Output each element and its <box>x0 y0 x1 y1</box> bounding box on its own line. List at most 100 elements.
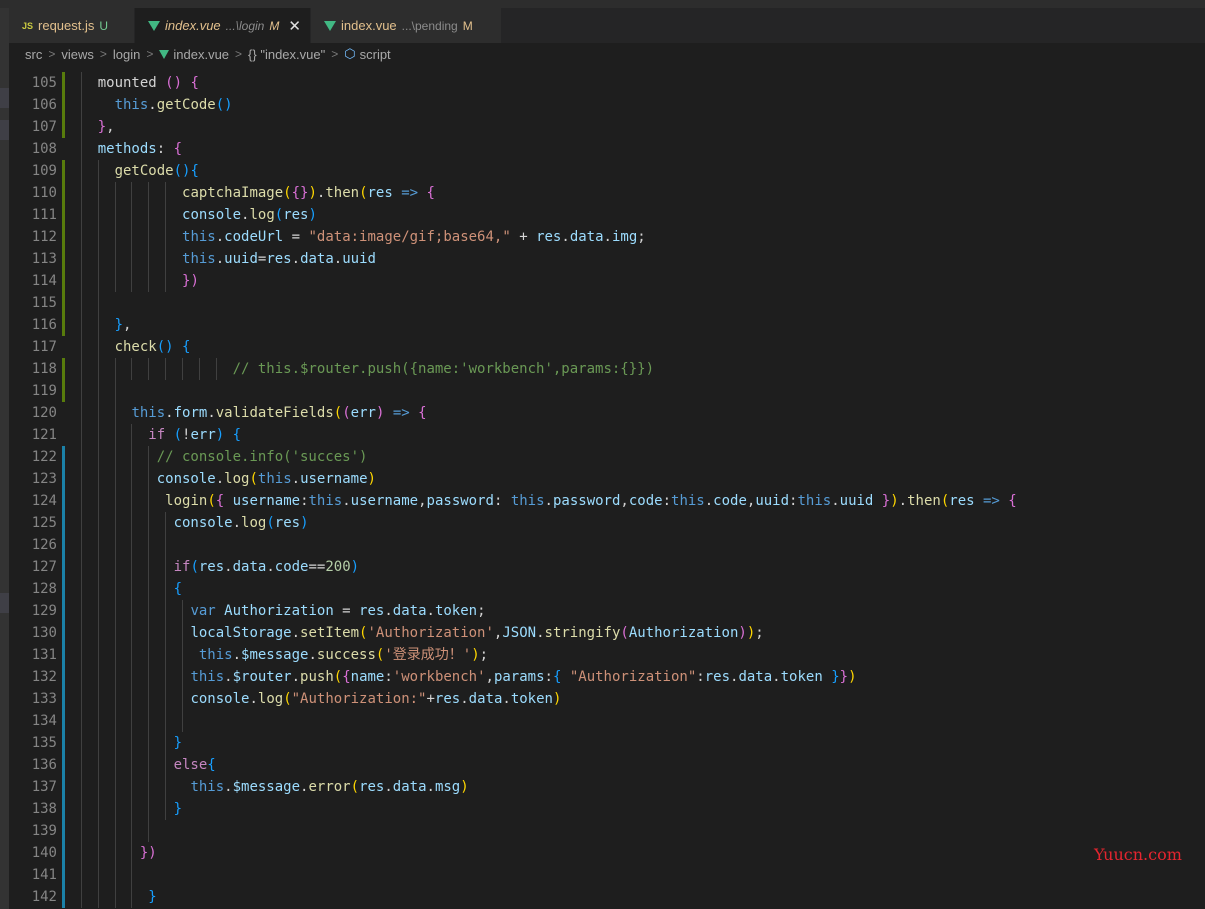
line-number: 133 <box>31 691 57 707</box>
code-line[interactable]: 137 this.$message.error(res.data.msg) <box>9 776 1205 798</box>
code-text: console.log("Authorization:"+res.data.to… <box>64 688 561 710</box>
code-line[interactable]: 120 this.form.validateFields((err) => { <box>9 402 1205 424</box>
code-token: . <box>224 559 233 575</box>
code-line[interactable]: 135 } <box>9 732 1205 754</box>
code-token: . <box>333 251 343 267</box>
code-token: . <box>704 493 714 509</box>
code-line[interactable]: 131 this.$message.success('登录成功！'); <box>9 644 1205 666</box>
code-token: = <box>283 229 309 245</box>
line-number: 116 <box>31 317 57 333</box>
code-line[interactable]: 118 // this.$router.push({name:'workbenc… <box>9 358 1205 380</box>
code-line[interactable]: 117 check() { <box>9 336 1205 358</box>
code-token: $message <box>232 779 301 795</box>
code-line[interactable]: 132 this.$router.push({name:'workbench',… <box>9 666 1205 688</box>
code-token: ; <box>755 625 764 641</box>
code-token: ( <box>283 691 292 707</box>
code-line[interactable]: 123 console.log(this.username) <box>9 468 1205 490</box>
tab-request-js[interactable]: JS request.js U <box>9 8 134 43</box>
code-token: "Authorization" <box>569 669 697 685</box>
tab-label: index.vue <box>165 18 221 33</box>
code-line[interactable]: 110 captchaImage({}).then(res => { <box>9 182 1205 204</box>
code-line[interactable]: 105 mounted () { <box>9 72 1205 94</box>
code-token: res <box>434 691 461 707</box>
code-token: mounted <box>97 75 157 91</box>
code-token: . <box>291 625 301 641</box>
code-line[interactable]: 124 login({ username:this.username,passw… <box>9 490 1205 512</box>
code-line[interactable]: 140 }) <box>9 842 1205 864</box>
code-line[interactable]: 136 else{ <box>9 754 1205 776</box>
code-line[interactable]: 141 <box>9 864 1205 886</box>
code-token: this <box>510 493 545 509</box>
code-token: , <box>123 317 132 333</box>
code-line[interactable]: 142 } <box>9 886 1205 908</box>
code-line[interactable]: 115 <box>9 292 1205 314</box>
code-text: methods: { <box>64 138 182 160</box>
code-token: err <box>190 427 216 443</box>
code-token: ; <box>477 603 486 619</box>
code-line[interactable]: 112 this.codeUrl = "data:image/gif;base6… <box>9 226 1205 248</box>
code-line[interactable]: 128 { <box>9 578 1205 600</box>
code-line[interactable]: 134 <box>9 710 1205 732</box>
code-text: // this.$router.push({name:'workbench',p… <box>64 358 654 380</box>
activity-edge <box>0 8 9 909</box>
line-number: 130 <box>31 625 57 641</box>
code-line[interactable]: 122 // console.info('succes') <box>9 446 1205 468</box>
breadcrumb-item-views[interactable]: views <box>61 47 94 62</box>
breadcrumb-item-script[interactable]: script <box>360 47 391 62</box>
code-text: this.$message.error(res.data.msg) <box>64 776 468 798</box>
code-token: : <box>384 669 393 685</box>
code-line[interactable]: 107 }, <box>9 116 1205 138</box>
code-line[interactable]: 114 }) <box>9 270 1205 292</box>
breadcrumb-item-src[interactable]: src <box>25 47 42 62</box>
line-number: 128 <box>31 581 57 597</box>
code-line[interactable]: 113 this.uuid=res.data.uuid <box>9 248 1205 270</box>
breadcrumb-item-module[interactable]: {} "index.vue" <box>248 47 325 62</box>
code-line[interactable]: 121 if (!err) { <box>9 424 1205 446</box>
code-line[interactable]: 119 <box>9 380 1205 402</box>
tab-index-vue-pending[interactable]: index.vue ...\pending M <box>311 8 501 43</box>
line-number: 108 <box>31 141 57 157</box>
line-number: 127 <box>31 559 57 575</box>
code-line[interactable]: 116 }, <box>9 314 1205 336</box>
code-line[interactable]: 127 if(res.data.code==200) <box>9 556 1205 578</box>
chevron-right-icon: > <box>331 47 339 61</box>
code-token: = <box>333 603 360 619</box>
code-token: $message <box>241 647 309 663</box>
breadcrumb-item-login[interactable]: login <box>113 47 140 62</box>
code-token: : <box>300 493 309 509</box>
line-number: 134 <box>31 713 57 729</box>
code-line[interactable]: 130 localStorage.setItem('Authorization'… <box>9 622 1205 644</box>
code-line[interactable]: 106 this.getCode() <box>9 94 1205 116</box>
code-line[interactable]: 139 <box>9 820 1205 842</box>
tab-index-vue-login[interactable]: index.vue ...\login M ✕ <box>135 8 310 43</box>
code-text: console.log(res) <box>64 204 317 226</box>
code-token: this <box>257 471 292 487</box>
code-token: login <box>165 493 208 509</box>
code-line[interactable]: 138 } <box>9 798 1205 820</box>
code-token: => <box>401 185 419 201</box>
code-line[interactable]: 111 console.log(res) <box>9 204 1205 226</box>
code-token: // this.$router.push({name:'workbench',p… <box>232 361 655 377</box>
code-token: { <box>418 405 427 421</box>
code-text: } <box>64 732 182 754</box>
code-line[interactable]: 108 methods: { <box>9 138 1205 160</box>
code-token: . <box>460 691 469 707</box>
code-line[interactable]: 133 console.log("Authorization:"+res.dat… <box>9 688 1205 710</box>
breadcrumb-item-file[interactable]: index.vue <box>173 47 229 62</box>
watermark: Yuucn.com <box>1094 845 1182 864</box>
code-line[interactable]: 109 getCode(){ <box>9 160 1205 182</box>
code-line[interactable]: 125 console.log(res) <box>9 512 1205 534</box>
code-editor[interactable]: 105 mounted () {106 this.getCode() 107 },… <box>9 65 1205 909</box>
code-line[interactable]: 126 <box>9 534 1205 556</box>
code-line[interactable]: 129 var Authorization = res.data.token; <box>9 600 1205 622</box>
close-icon[interactable]: ✕ <box>284 17 301 35</box>
line-number: 131 <box>31 647 57 663</box>
editor-tab-bar: JS request.js U index.vue ...\login M ✕ … <box>9 8 1205 43</box>
code-token: { <box>1008 493 1017 509</box>
